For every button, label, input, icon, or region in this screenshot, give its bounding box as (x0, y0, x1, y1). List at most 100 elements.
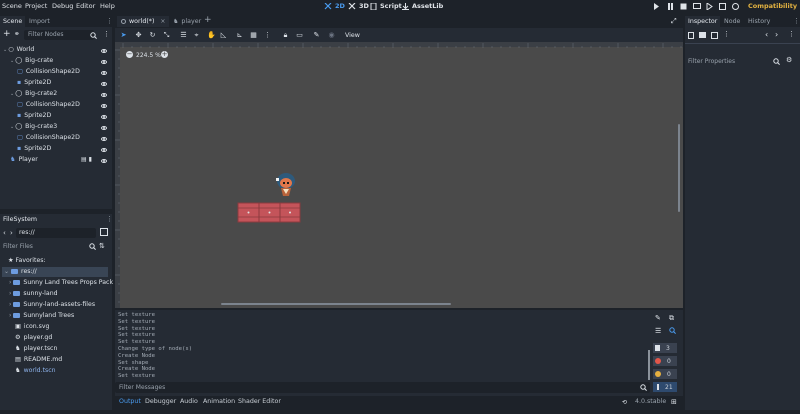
menu-project[interactable]: Project (25, 2, 47, 10)
new-resource-icon[interactable] (688, 32, 694, 39)
snap-options-icon[interactable]: ⋮ (264, 32, 271, 39)
script-attached-icon[interactable]: ▤ ▮ (81, 156, 92, 163)
ruler-tool-icon[interactable]: ◺ (220, 32, 227, 39)
scene-node[interactable]: ⌄◯ Big-crate3 (10, 123, 57, 133)
folder-item[interactable]: › Sunny-land-assets-files (9, 301, 95, 311)
file-item[interactable]: ♞ player.tscn (9, 345, 57, 355)
visibility-icon[interactable] (101, 115, 107, 119)
filesystem-menu-icon[interactable]: ⋮ (106, 215, 113, 223)
play-scene-icon[interactable] (706, 3, 713, 10)
back-icon[interactable]: ‹ (3, 229, 6, 237)
vertical-scrollbar[interactable] (678, 124, 680, 212)
history-icon[interactable]: ⟲ (622, 399, 627, 406)
scene-node[interactable]: ▢ CollisionShape2D (17, 101, 80, 111)
pause-icon[interactable] (667, 3, 674, 10)
tab-node[interactable]: Node (721, 16, 743, 27)
scene-node[interactable]: ⌄◯ Big-crate2 (10, 90, 57, 100)
sort-icon[interactable]: ⇅ (99, 242, 105, 250)
workspace-3d-button[interactable]: 3D (348, 2, 369, 10)
object-menu-icon[interactable]: ⋮ (788, 30, 795, 38)
move-tool-icon[interactable]: ✥ (135, 32, 142, 39)
expand-arrow-icon[interactable]: ⌄ (3, 47, 7, 53)
horizontal-scrollbar[interactable] (221, 303, 451, 305)
add-tab-icon[interactable]: + (204, 15, 212, 25)
folder-item[interactable]: › Sunnyland Trees (9, 312, 74, 322)
errors-toggle[interactable]: 0 (653, 356, 677, 366)
scene-node[interactable]: ▪ Sprite2D (17, 79, 51, 89)
visibility-icon[interactable] (101, 137, 107, 141)
resource-menu-icon[interactable]: ⋮ (723, 30, 730, 38)
collapse-icon[interactable]: ☰ (655, 327, 661, 335)
lock-icon[interactable]: 🔒︎ (282, 32, 289, 39)
dock-menu-icon[interactable]: ⋮ (106, 17, 113, 25)
crate-3[interactable] (279, 202, 301, 223)
rotate-tool-icon[interactable]: ↻ (149, 32, 156, 39)
folder-item[interactable]: › Sunny Land Trees Props Pack (9, 279, 113, 289)
select-tool-icon[interactable]: ➤ (120, 32, 127, 39)
visibility-icon[interactable] (101, 159, 107, 163)
scene-node[interactable]: ♞ Player (10, 156, 38, 166)
tab-player[interactable]: ♞ player (170, 16, 204, 27)
file-item[interactable]: ▤ README.md (9, 356, 62, 366)
view-menu[interactable]: View (345, 32, 360, 39)
visibility-icon[interactable] (101, 93, 107, 97)
renderer-select[interactable]: Compatibility (748, 2, 797, 10)
expand-arrow-icon[interactable]: › (9, 301, 11, 308)
menu-scene[interactable]: Scene (2, 2, 22, 10)
visibility-icon[interactable] (101, 71, 107, 75)
add-node-icon[interactable]: + (3, 30, 11, 39)
tab-debugger[interactable]: Debugger (145, 398, 176, 405)
expand-arrow-icon[interactable]: › (9, 290, 11, 297)
workspace-2d-button[interactable]: 2D (324, 2, 345, 10)
zoom-in-icon[interactable]: + (161, 51, 168, 58)
open-resource-icon[interactable] (699, 32, 706, 38)
file-item[interactable]: ♞ world.tscn (9, 367, 56, 377)
history-back-icon[interactable]: ‹ (765, 30, 768, 39)
output-scrollbar[interactable] (648, 350, 650, 380)
filter-files-input[interactable]: Filter Files (3, 243, 33, 250)
instance-scene-icon[interactable]: ⚭ (14, 30, 20, 38)
filter-nodes-input[interactable]: Filter Nodes (24, 30, 94, 40)
scene-node[interactable]: ▢ CollisionShape2D (17, 68, 80, 78)
camera-override-icon[interactable]: ◉ (328, 32, 335, 39)
folder-item[interactable]: › sunny-land (9, 290, 58, 300)
folder-item[interactable]: ⌄ res:// (4, 268, 37, 278)
filter-properties-input[interactable]: Filter Properties (688, 58, 735, 65)
visibility-icon[interactable] (101, 104, 107, 108)
file-item[interactable]: ⚙ player.gd (9, 334, 52, 344)
split-mode-icon[interactable] (100, 228, 108, 236)
crate-2[interactable] (258, 202, 281, 223)
play-custom-scene-icon[interactable] (719, 3, 726, 10)
tab-world[interactable]: world(*) × (117, 16, 170, 27)
scene-node[interactable]: ⌄◯ Big-crate (10, 57, 53, 67)
warnings-toggle[interactable]: 0 (653, 369, 677, 379)
tab-inspector[interactable]: Inspector (685, 16, 721, 27)
pivot-tool-icon[interactable]: ⌖ (193, 32, 200, 39)
tab-output[interactable]: Output (119, 398, 141, 405)
visibility-icon[interactable] (101, 49, 107, 53)
visibility-icon[interactable] (101, 126, 107, 130)
clear-output-icon[interactable]: ✎ (655, 314, 661, 322)
tab-history[interactable]: History (745, 16, 773, 27)
close-tab-icon[interactable]: × (160, 18, 165, 25)
save-resource-icon[interactable] (711, 32, 718, 39)
inspector-menu-icon[interactable]: ⋮ (793, 17, 800, 25)
stop-icon[interactable] (680, 3, 687, 10)
visibility-icon[interactable] (101, 60, 107, 64)
scene-node[interactable]: ▢ CollisionShape2D (17, 134, 80, 144)
crate-1[interactable] (237, 202, 260, 223)
expand-arrow-icon[interactable]: › (9, 312, 11, 319)
output-search-icon[interactable] (669, 327, 676, 334)
zoom-level[interactable]: 224.5 % (136, 52, 161, 59)
grid-snap-icon[interactable]: ▦ (250, 32, 257, 39)
file-item[interactable]: ▣ icon.svg (9, 323, 49, 333)
expand-arrow-icon[interactable]: ⌄ (4, 268, 9, 275)
tab-scene[interactable]: Scene (0, 16, 26, 27)
zoom-out-icon[interactable]: − (126, 51, 133, 58)
tab-shader-editor[interactable]: Shader Editor (238, 398, 281, 405)
favorites-item[interactable]: ★ Favorites: (8, 257, 46, 267)
menu-editor[interactable]: Editor (76, 2, 95, 10)
menu-debug[interactable]: Debug (52, 2, 73, 10)
play-icon[interactable] (653, 3, 660, 10)
path-field[interactable]: res:// (16, 228, 96, 238)
